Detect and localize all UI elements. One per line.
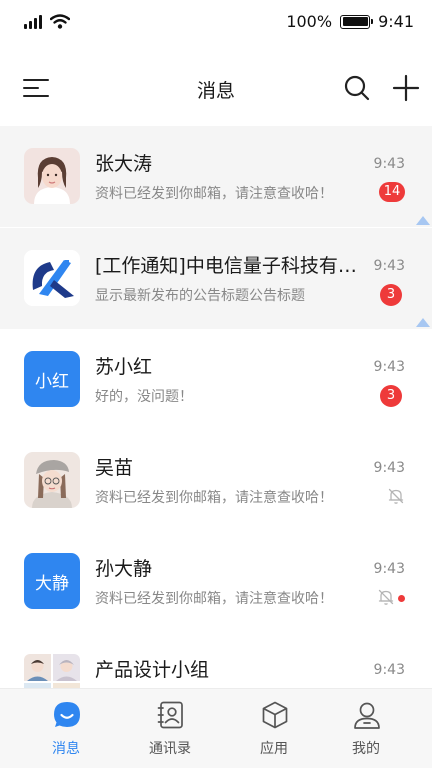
apps-cube-icon: [262, 701, 288, 729]
tab-label: 消息: [52, 741, 80, 757]
chat-row[interactable]: 吴苗 资料已经发到你邮箱，请注意查收哈！ 9:43: [0, 430, 432, 531]
chat-time: 9:43: [373, 460, 405, 476]
chat-preview: 好的，没问题！: [95, 389, 193, 405]
pin-corner-icon: [416, 216, 430, 225]
chat-time: 9:43: [373, 156, 405, 172]
chat-time: 9:43: [373, 359, 405, 375]
chat-list: 张大涛 资料已经发到你邮箱，请注意查收哈！ 9:43 14 [工作通知]中电信量…: [0, 126, 432, 688]
wifi-icon: [50, 14, 70, 29]
chat-name: 吴苗: [95, 457, 134, 479]
pin-corner-icon: [416, 318, 430, 327]
chat-time: 9:43: [373, 662, 405, 678]
contacts-icon: [157, 701, 183, 729]
chat-preview: 显示最新发布的公告标题公告标题: [95, 288, 305, 304]
chat-preview: 资料已经发到你邮箱，请注意查收哈！: [95, 591, 333, 607]
battery-percent: 100%: [286, 12, 333, 31]
battery-icon: [340, 14, 374, 29]
tab-contacts[interactable]: 通讯录: [116, 689, 224, 768]
profile-icon: [354, 702, 380, 729]
nav-bar: 消息: [0, 62, 432, 116]
avatar: [24, 452, 80, 508]
cellular-signal-icon: [24, 15, 42, 29]
tab-bar: 消息 通讯录 应用 我的: [0, 688, 432, 768]
status-left: [24, 14, 70, 29]
chat-row[interactable]: 小红 苏小红 好的，没问题！ 9:43 3: [0, 329, 432, 430]
chat-name: 苏小红: [95, 356, 153, 378]
unread-badge: 3: [380, 284, 402, 306]
group-collage-icon: [24, 654, 80, 688]
chat-preview: 资料已经发到你邮箱，请注意查收哈！: [95, 186, 333, 202]
unread-badge: 14: [379, 182, 405, 202]
status-bar: 100% 9:41: [0, 0, 432, 46]
chat-row[interactable]: [工作通知]中电信量子科技有限公司 显示最新发布的公告标题公告标题 9:43 3: [0, 228, 432, 329]
chat-row[interactable]: 大静 孙大静 资料已经发到你邮箱，请注意查收哈！ 9:43: [0, 531, 432, 632]
tab-messages[interactable]: 消息: [12, 689, 120, 768]
chat-name: 张大涛: [95, 153, 153, 175]
avatar: [24, 654, 80, 688]
portrait-girl-icon: [24, 148, 80, 204]
mute-bell-icon: [388, 488, 404, 504]
portrait-braids-icon: [24, 452, 80, 508]
mute-bell-icon: [378, 589, 394, 605]
avatar: [24, 250, 80, 306]
chat-time: 9:43: [373, 561, 405, 577]
add-icon[interactable]: [392, 74, 420, 102]
avatar: 小红: [24, 351, 80, 407]
chat-name: 孙大静: [95, 558, 153, 580]
status-time: 9:41: [378, 12, 414, 31]
chat-name: 产品设计小组: [95, 659, 210, 681]
search-icon[interactable]: [343, 74, 371, 102]
chat-name: [工作通知]中电信量子科技有限公司: [95, 255, 363, 277]
avatar: 大静: [24, 553, 80, 609]
chat-time: 9:43: [373, 258, 405, 274]
chat-preview: 资料已经发到你邮箱，请注意查收哈！: [95, 490, 333, 506]
chat-row[interactable]: 产品设计小组 9:43: [0, 632, 432, 688]
unread-dot: [398, 595, 405, 602]
avatar: [24, 148, 80, 204]
unread-badge: 3: [380, 385, 402, 407]
chat-row[interactable]: 张大涛 资料已经发到你邮箱，请注意查收哈！ 9:43 14: [0, 126, 432, 227]
company-logo-icon: [24, 250, 80, 306]
tab-profile[interactable]: 我的: [312, 689, 420, 768]
status-right: 100% 9:41: [286, 12, 414, 31]
tab-label: 我的: [352, 741, 380, 757]
tab-label: 通讯录: [149, 741, 191, 757]
chat-bubble-icon: [54, 702, 80, 727]
